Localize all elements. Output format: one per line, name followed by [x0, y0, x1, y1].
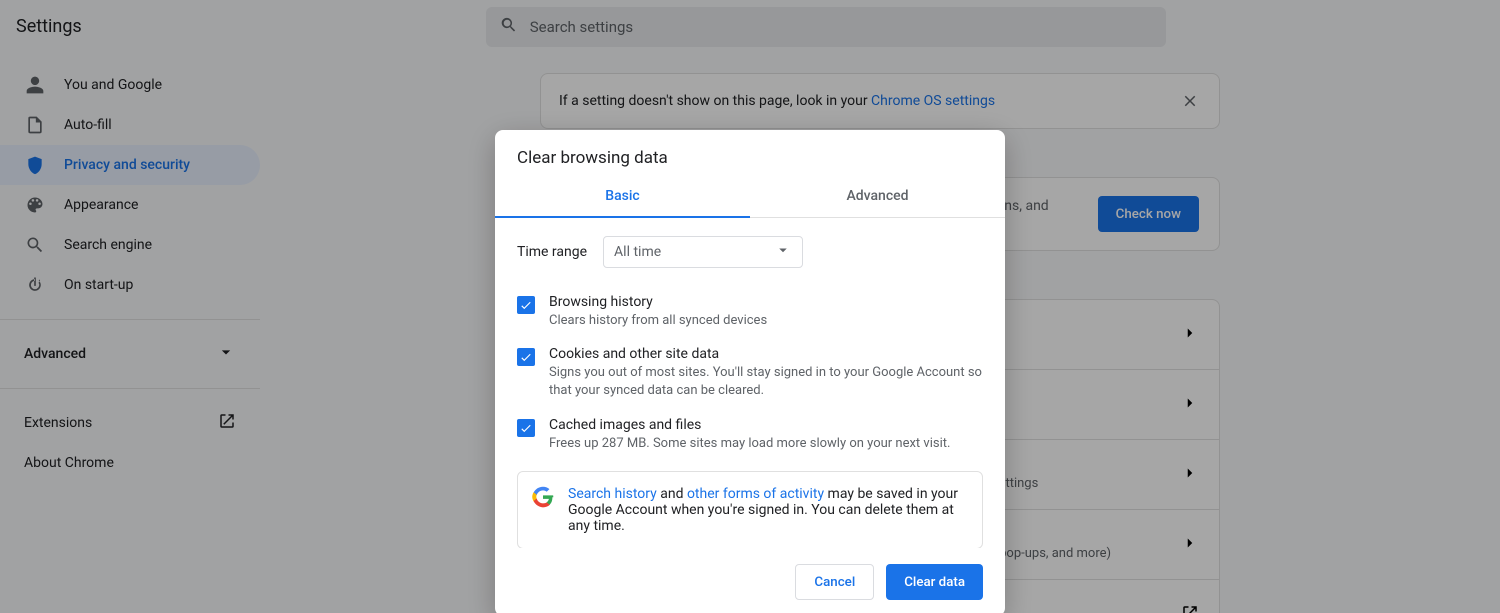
checkbox-desc: Clears history from all synced devices [549, 312, 767, 330]
checkbox-icon [517, 348, 535, 366]
other-activity-link[interactable]: other forms of activity [687, 486, 824, 502]
checkbox-cookies[interactable]: Cookies and other site data Signs you out… [517, 338, 983, 408]
tab-advanced[interactable]: Advanced [750, 176, 1005, 217]
clear-browsing-data-dialog: Clear browsing data Basic Advanced Time … [495, 130, 1005, 613]
checkbox-icon [517, 296, 535, 314]
google-account-notice: Search history and other forms of activi… [517, 471, 983, 548]
checkbox-label: Browsing history [549, 294, 767, 310]
checkbox-icon [517, 419, 535, 437]
google-logo-icon [532, 486, 554, 508]
time-range-value: All time [614, 244, 661, 260]
time-range-label: Time range [517, 244, 587, 260]
chevron-down-icon [774, 241, 792, 263]
checkbox-cached[interactable]: Cached images and files Frees up 287 MB. … [517, 409, 983, 461]
clear-data-button[interactable]: Clear data [886, 564, 983, 600]
checkbox-label: Cached images and files [549, 417, 950, 433]
checkbox-desc: Signs you out of most sites. You'll stay… [549, 364, 983, 400]
tab-basic[interactable]: Basic [495, 176, 750, 218]
search-history-link[interactable]: Search history [568, 486, 657, 502]
google-notice-text: Search history and other forms of activi… [568, 486, 968, 534]
checkbox-label: Cookies and other site data [549, 346, 983, 362]
checkbox-desc: Frees up 287 MB. Some sites may load mor… [549, 435, 950, 453]
dialog-title: Clear browsing data [495, 130, 1005, 176]
checkbox-browsing-history[interactable]: Browsing history Clears history from all … [517, 286, 983, 338]
dialog-tabs: Basic Advanced [495, 176, 1005, 218]
time-range-select[interactable]: All time [603, 236, 803, 268]
cancel-button[interactable]: Cancel [795, 564, 874, 600]
